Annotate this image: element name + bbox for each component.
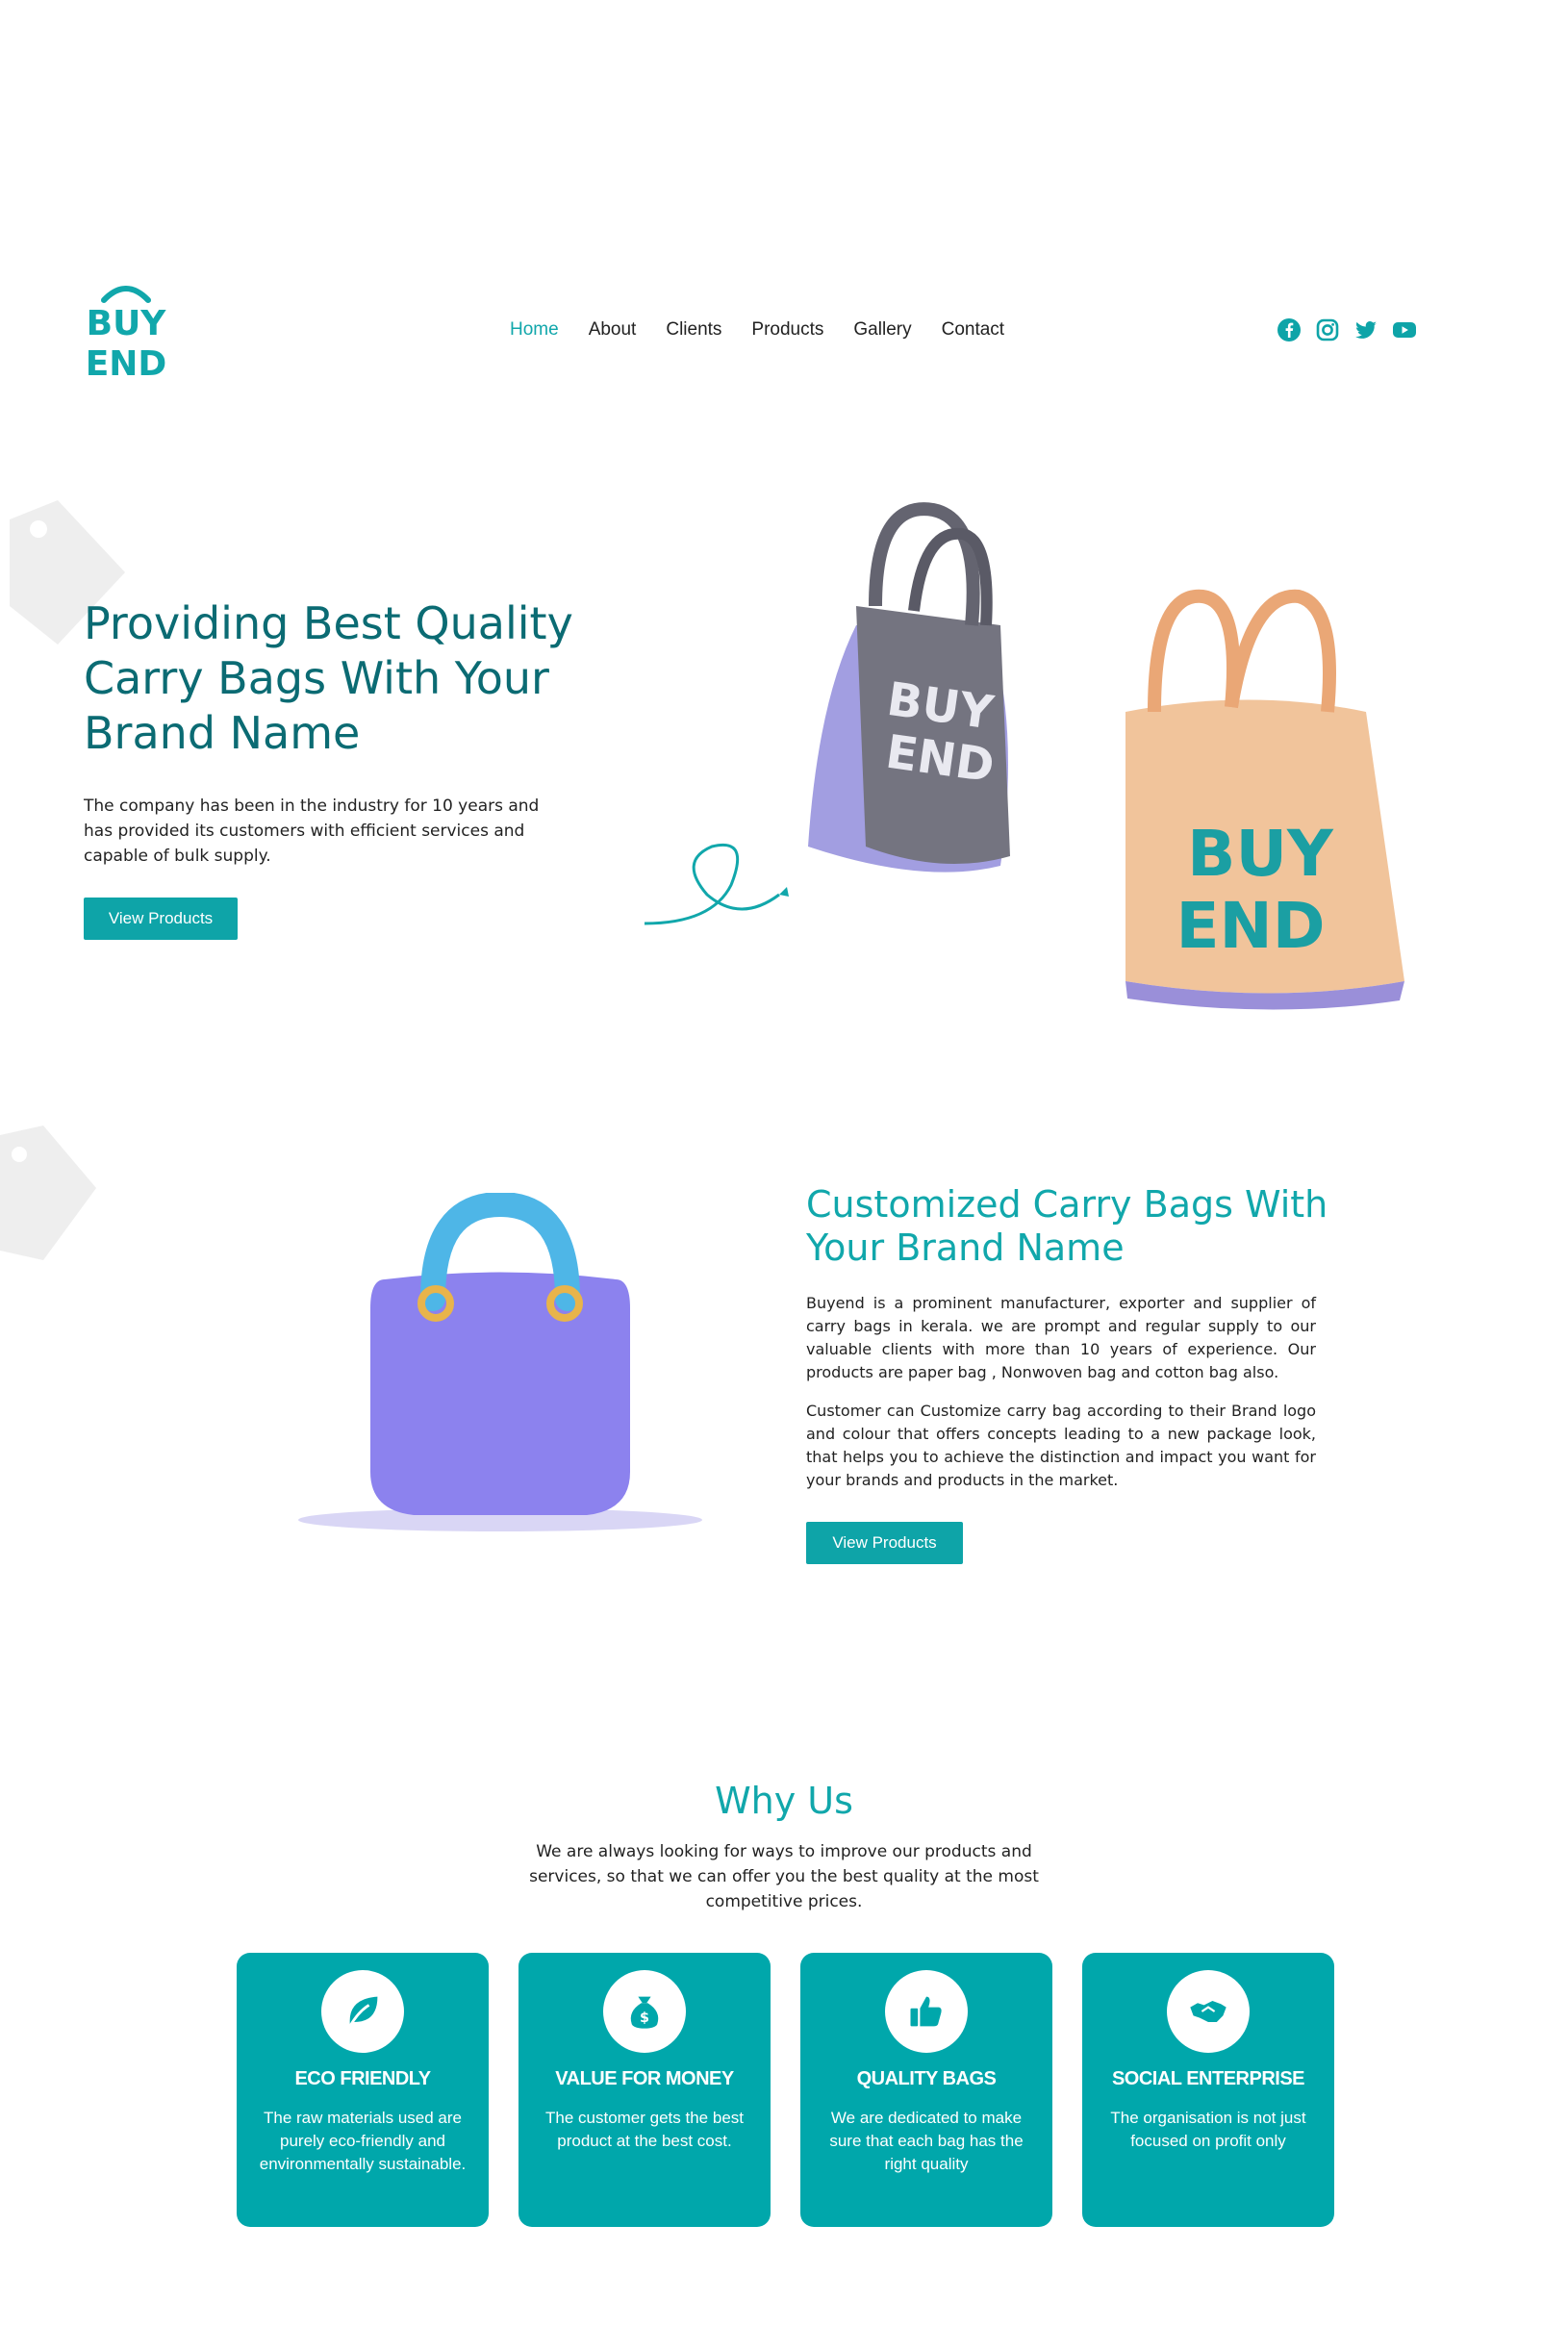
hero-title: Providing Best Quality Carry Bags With Y… [84,597,573,759]
why-us-subtitle: We are always looking for ways to improv… [529,1842,1039,1911]
nav-clients[interactable]: Clients [666,319,721,341]
thumbs-up-icon [885,1970,968,2053]
about-paragraph-2: Customer can Customize carry bag accordi… [806,1402,1316,1489]
leaf-icon [321,1970,404,2053]
svg-text:$: $ [640,2011,649,2026]
feature-text: The customer gets the best product at th… [545,2109,744,2150]
facebook-icon[interactable] [1277,317,1302,342]
hero-section: Providing Best Quality Carry Bags With Y… [0,481,1568,1039]
twitter-icon[interactable] [1353,317,1378,342]
logo-text-bottom: END [86,344,167,384]
feature-card-quality-bags: QUALITY BAGS We are dedicated to make su… [800,1953,1052,2227]
youtube-icon[interactable] [1392,317,1417,342]
svg-text:END: END [1176,889,1325,963]
main-nav: Home About Clients Products Gallery Cont… [510,319,1004,341]
social-links [1277,317,1417,342]
feature-cards: ECO FRIENDLY The raw materials used are … [237,1953,1334,2227]
view-products-button[interactable]: View Products [806,1522,963,1564]
feature-title: QUALITY BAGS [856,2068,997,2089]
site-header: BUY END Home About Clients Products Gall… [0,260,1568,404]
shopping-bags-illustration: BUY END BUY END [644,502,1404,1010]
logo-text-top: BUY [87,304,167,343]
money-bag-icon: $ [603,1970,686,2053]
handshake-icon [1167,1970,1250,2053]
feature-text: The organisation is not just focused on … [1110,2109,1306,2150]
nav-about[interactable]: About [589,319,637,341]
feature-card-social-enterprise: SOCIAL ENTERPRISE The organisation is no… [1082,1953,1334,2227]
hero-description: The company has been in the industry for… [84,797,540,866]
feature-text: We are dedicated to make sure that each … [829,2109,1024,2173]
instagram-icon[interactable] [1315,317,1340,342]
nav-home[interactable]: Home [510,319,559,341]
nav-gallery[interactable]: Gallery [853,319,911,341]
feature-text: The raw materials used are purely eco-fr… [259,2109,467,2173]
view-products-button[interactable]: View Products [84,898,238,940]
feature-card-eco-friendly: ECO FRIENDLY The raw materials used are … [237,1953,489,2227]
about-paragraph-1: Buyend is a prominent manufacturer, expo… [806,1294,1316,1381]
nav-contact[interactable]: Contact [942,319,1004,341]
why-us-title: Why Us [715,1780,853,1822]
about-title: Customized Carry Bags With Your Brand Na… [806,1183,1328,1269]
feature-title: VALUE FOR MONEY [555,2068,734,2089]
about-section: Customized Carry Bags With Your Brand Na… [0,1116,1568,1655]
nav-products[interactable]: Products [751,319,823,341]
tag-decoration-icon [0,1125,96,1260]
feature-title: SOCIAL ENTERPRISE [1111,2068,1305,2089]
svg-text:BUY: BUY [1187,817,1334,891]
feature-title: ECO FRIENDLY [294,2068,431,2089]
feature-card-value-for-money: $ VALUE FOR MONEY The customer gets the … [518,1953,771,2227]
why-us-section: Why Us We are always looking for ways to… [0,1751,1568,2232]
buyend-logo[interactable]: BUY END [83,279,169,385]
purple-bag-illustration [298,1193,702,1531]
